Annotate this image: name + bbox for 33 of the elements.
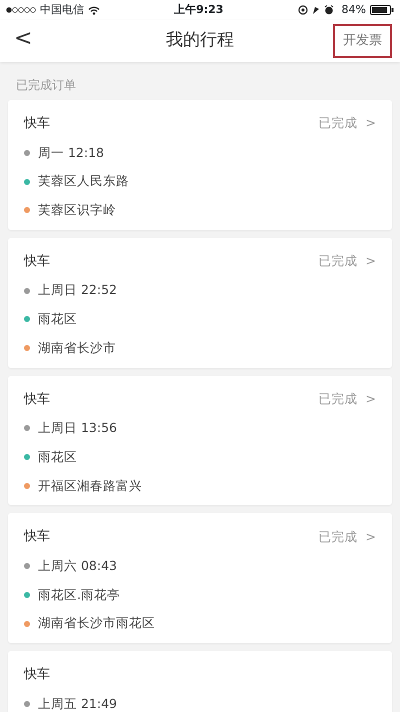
ride-type: 快车 — [24, 390, 50, 408]
ride-type: 快车 — [24, 115, 50, 133]
trip-detail: 芙蓉区识字岭 — [38, 201, 116, 219]
order-card[interactable]: 快车 已完成 > 上周日 22:52 雨花区 湖南省长沙市 — [8, 238, 392, 368]
battery-icon — [370, 5, 394, 15]
wifi-icon — [88, 6, 100, 14]
order-card[interactable]: 快车 已完成 > 周一 12:18 芙蓉区人民东路 芙蓉区识字岭 — [8, 100, 392, 230]
carrier-name: 中国电信 — [40, 2, 84, 18]
ride-type: 快车 — [24, 252, 50, 271]
order-card[interactable]: 快车 已完成 > 上周六 08:43 雨花区.雨花亭 湖南省长沙市雨花区 — [8, 513, 392, 643]
ride-type: 快车 — [24, 666, 50, 684]
trip-detail: 湖南省长沙市 — [38, 338, 116, 357]
trip-detail: 雨花区 — [38, 448, 77, 466]
back-button[interactable]: < — [14, 26, 32, 52]
invoice-button[interactable]: 开发票 — [333, 24, 392, 58]
trip-detail: 湖南省长沙市雨花区 — [38, 614, 155, 632]
trip-detail: 上周六 08:43 — [38, 556, 117, 575]
trip-detail: 雨花区 — [38, 310, 77, 328]
order-card[interactable]: 快车 已完成 > 上周日 13:56 雨花区 开福区湘春路富兴 — [8, 376, 392, 506]
trip-detail: 上周五 21:49 — [38, 694, 117, 712]
trip-detail: 雨花区.雨花亭 — [38, 586, 120, 604]
trip-detail: 上周日 13:56 — [38, 419, 117, 437]
clock-time: 上午9:23 — [174, 2, 224, 18]
order-card[interactable]: 快车 上周五 21:49 — [8, 651, 392, 712]
trip-detail: 芙蓉区人民东路 — [38, 172, 129, 190]
signal-icon — [6, 7, 36, 13]
battery-level: 84% — [342, 2, 366, 18]
trip-detail: 上周日 22:52 — [38, 281, 117, 300]
section-label: 已完成订单 — [15, 77, 77, 94]
trip-detail: 开福区湘春路富兴 — [38, 476, 142, 494]
trip-detail: 周一 12:18 — [38, 144, 104, 162]
ride-type: 快车 — [24, 528, 50, 546]
page-title: 我的行程 — [166, 29, 234, 52]
